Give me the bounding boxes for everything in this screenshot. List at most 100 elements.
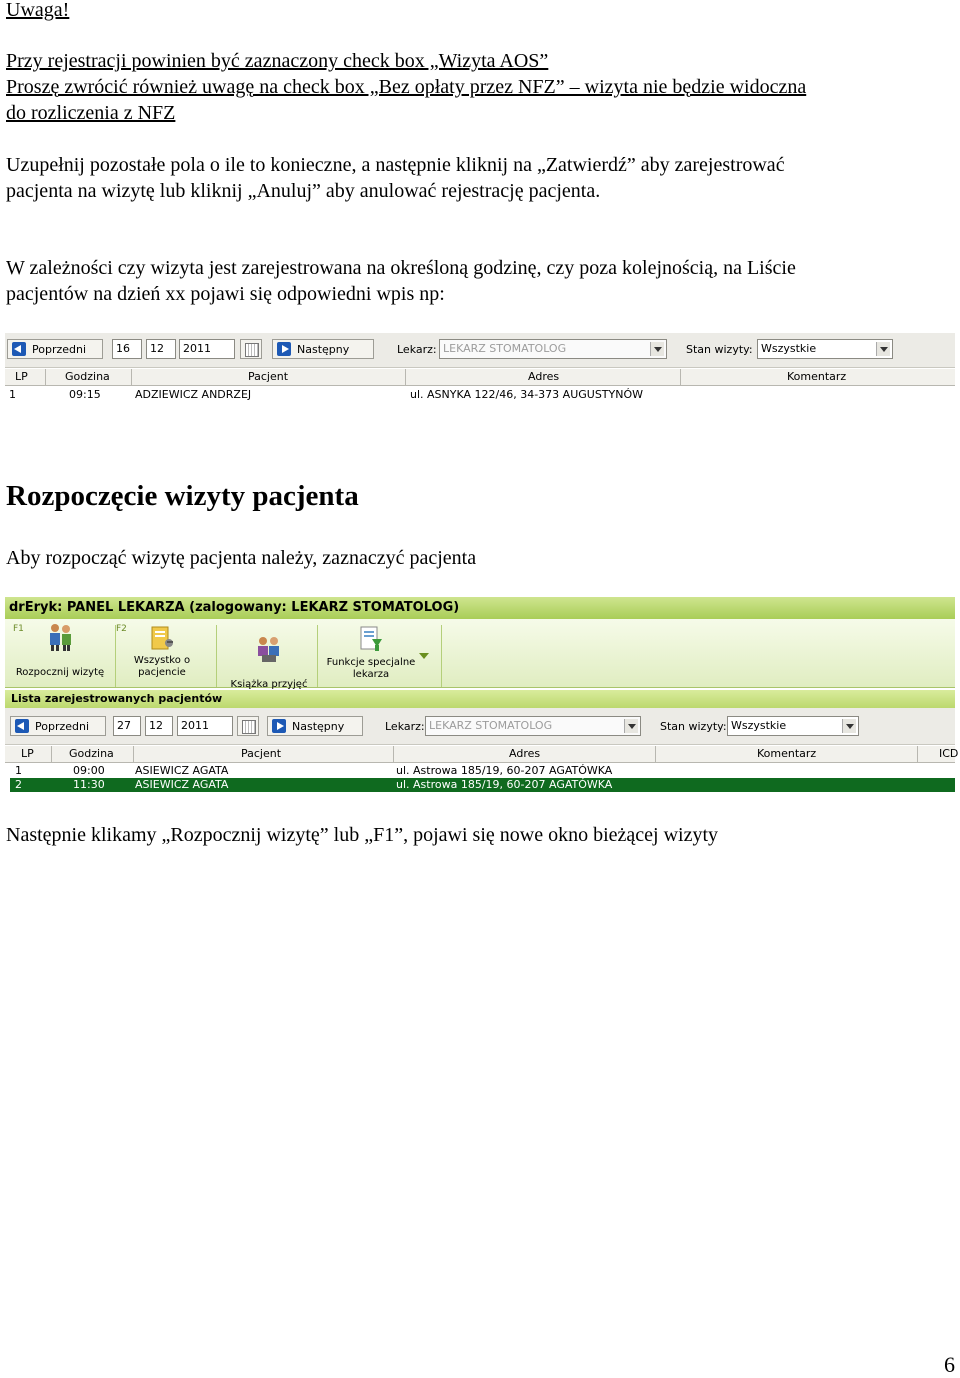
arrow-left-icon bbox=[12, 342, 26, 356]
paragraph-2-line-1: W zależności czy wizyta jest zarejestrow… bbox=[6, 257, 796, 279]
table-header: LP Godzina Pacjent Adres Komentarz bbox=[5, 369, 955, 386]
cell-patient: ASIEWICZ AGATA bbox=[135, 764, 229, 777]
doctor-label: Lekarz: bbox=[397, 343, 437, 356]
patient-info-button[interactable]: F2 Wszystko o pacjencie bbox=[116, 623, 208, 679]
cell-time: 09:00 bbox=[73, 764, 105, 777]
cell-lp: 1 bbox=[15, 764, 22, 777]
patient-info-label-2: pacjencie bbox=[138, 667, 186, 678]
column-header-time[interactable]: Godzina bbox=[65, 370, 110, 383]
arrow-left-icon bbox=[15, 719, 29, 733]
window-title: drEryk: PANEL LEKARZA (zalogowany: LEKAR… bbox=[9, 600, 460, 615]
cell-time: 09:15 bbox=[69, 388, 101, 401]
chevron-down-icon bbox=[650, 342, 664, 356]
filter-toolbar: Poprzedni 27 12 2011 Następny Lekarz: LE… bbox=[5, 708, 955, 745]
start-visit-button[interactable]: F1 Rozpocznij wizytę bbox=[9, 623, 111, 679]
column-header-lp[interactable]: LP bbox=[15, 370, 28, 383]
status-label: Stan wizyty: bbox=[660, 720, 727, 733]
status-label: Stan wizyty: bbox=[686, 343, 753, 356]
ribbon-toolbar: F1 Rozpocznij wizytę F2 Wszystko o pacje… bbox=[5, 619, 955, 691]
calendar-icon[interactable] bbox=[240, 339, 262, 359]
table-header: LP Godzina Pacjent Adres Komentarz ICD bbox=[5, 746, 958, 763]
day-field[interactable]: 27 bbox=[113, 716, 141, 736]
people-icon bbox=[47, 623, 73, 651]
day-field[interactable]: 16 bbox=[112, 339, 142, 359]
column-header-address[interactable]: Adres bbox=[528, 370, 559, 383]
document-download-icon bbox=[358, 625, 384, 653]
dropdown-arrow-icon[interactable] bbox=[419, 653, 429, 659]
prev-day-button[interactable]: Poprzedni bbox=[10, 716, 106, 736]
cell-patient: ASIEWICZ AGATA bbox=[135, 778, 229, 791]
filter-toolbar: Poprzedni 16 12 2011 Następny Lekarz: LE… bbox=[5, 333, 955, 368]
special-functions-label-1: Funkcje specjalne bbox=[326, 657, 416, 668]
table-row[interactable]: 1 09:00 ASIEWICZ AGATA ul. Astrowa 185/1… bbox=[5, 764, 955, 778]
special-functions-button[interactable]: Funkcje specjalne lekarza bbox=[321, 623, 421, 681]
column-header-lp[interactable]: LP bbox=[21, 747, 34, 760]
table-row[interactable]: 1 09:15 ADZIEWICZ ANDRZEJ ul. ASNYKA 122… bbox=[5, 388, 955, 402]
status-select[interactable]: Wszystkie bbox=[757, 339, 893, 359]
patient-info-label-1: Wszystko o bbox=[133, 655, 191, 666]
paragraph-1-line-2: pacjenta na wizytę lub kliknij „Anuluj” … bbox=[6, 180, 601, 202]
doctor-select[interactable]: LEKARZ STOMATOLOG bbox=[425, 716, 641, 736]
start-visit-label-1 bbox=[9, 655, 111, 667]
column-header-comment[interactable]: Komentarz bbox=[787, 370, 846, 383]
cell-address: ul. Astrowa 185/19, 60-207 AGATÓWKA bbox=[396, 764, 613, 777]
next-day-label: Następny bbox=[297, 342, 350, 356]
cell-address: ul. Astrowa 185/19, 60-207 AGATÓWKA bbox=[396, 778, 613, 791]
column-header-icd[interactable]: ICD bbox=[939, 747, 958, 760]
chevron-down-icon bbox=[876, 342, 890, 356]
next-day-button[interactable]: Następny bbox=[267, 716, 363, 736]
status-select-value: Wszystkie bbox=[761, 342, 817, 355]
cell-patient: ADZIEWICZ ANDRZEJ bbox=[135, 388, 252, 401]
section-heading: Rozpoczęcie wizyty pacjenta bbox=[6, 480, 359, 512]
chevron-down-icon bbox=[842, 719, 856, 733]
doctor-select-value: LEKARZ STOMATOLOG bbox=[443, 342, 567, 355]
doctor-select-value: LEKARZ STOMATOLOG bbox=[429, 719, 553, 732]
column-header-patient[interactable]: Pacjent bbox=[241, 747, 281, 760]
status-select[interactable]: Wszystkie bbox=[727, 716, 859, 736]
calendar-icon[interactable] bbox=[237, 716, 259, 736]
prev-day-button[interactable]: Poprzedni bbox=[7, 339, 103, 359]
arrow-right-icon bbox=[272, 719, 286, 733]
year-field[interactable]: 2011 bbox=[177, 716, 233, 736]
warning-line-2: Proszę zwrócić również uwagę na check bo… bbox=[6, 76, 807, 98]
column-header-comment[interactable]: Komentarz bbox=[757, 747, 816, 760]
year-field[interactable]: 2011 bbox=[179, 339, 235, 359]
screenshot-doctor-panel: drEryk: PANEL LEKARZA (zalogowany: LEKAR… bbox=[5, 597, 958, 797]
chevron-down-icon bbox=[624, 719, 638, 733]
cell-lp: 1 bbox=[9, 388, 16, 401]
next-day-button[interactable]: Następny bbox=[272, 339, 374, 359]
month-field[interactable]: 12 bbox=[146, 339, 176, 359]
special-functions-label-2: lekarza bbox=[352, 669, 390, 680]
paragraph-2-line-2: pacjentów na dzień xx pojawi się odpowie… bbox=[6, 283, 445, 305]
warning-line-3: do rozliczenia z NFZ bbox=[6, 102, 176, 124]
appointment-book-label-1 bbox=[221, 667, 317, 679]
warning-heading: Uwaga! bbox=[6, 0, 70, 21]
month-field[interactable]: 12 bbox=[145, 716, 173, 736]
appointment-book-button[interactable]: Książka przyjęć bbox=[221, 623, 317, 691]
prev-day-label: Poprzedni bbox=[35, 719, 90, 733]
column-header-patient[interactable]: Pacjent bbox=[248, 370, 288, 383]
f2-key-label: F2 bbox=[116, 624, 127, 634]
window-title-bar: drEryk: PANEL LEKARZA (zalogowany: LEKAR… bbox=[5, 597, 955, 619]
status-select-value: Wszystkie bbox=[731, 719, 787, 732]
section-title: Lista zarejestrowanych pacjentów bbox=[11, 692, 223, 705]
arrow-right-icon bbox=[277, 342, 291, 356]
group-icon bbox=[256, 635, 282, 663]
warning-line-1: Przy rejestracji powinien być zaznaczony… bbox=[6, 50, 549, 72]
screenshot-patient-list-1: Poprzedni 16 12 2011 Następny Lekarz: LE… bbox=[5, 333, 955, 405]
doctor-label: Lekarz: bbox=[385, 720, 425, 733]
f1-key-label: F1 bbox=[13, 624, 24, 634]
prev-day-label: Poprzedni bbox=[32, 342, 87, 356]
folder-icon bbox=[149, 623, 175, 651]
cell-address: ul. ASNYKA 122/46, 34-373 AUGUSTYNÓW bbox=[410, 388, 644, 401]
doctor-select[interactable]: LEKARZ STOMATOLOG bbox=[439, 339, 667, 359]
column-header-time[interactable]: Godzina bbox=[69, 747, 114, 760]
table-row-selected[interactable]: 2 11:30 ASIEWICZ AGATA ul. Astrowa 185/1… bbox=[10, 778, 955, 792]
column-header-address[interactable]: Adres bbox=[509, 747, 540, 760]
next-day-label: Następny bbox=[292, 719, 345, 733]
cell-time: 11:30 bbox=[73, 778, 105, 791]
paragraph-4: Następnie klikamy „Rozpocznij wizytę” lu… bbox=[6, 824, 719, 846]
section-bar: Lista zarejestrowanych pacjentów bbox=[5, 690, 955, 708]
page-number: 6 bbox=[944, 1352, 955, 1377]
paragraph-1-line-1: Uzupełnij pozostałe pola o ile to koniec… bbox=[6, 154, 785, 176]
